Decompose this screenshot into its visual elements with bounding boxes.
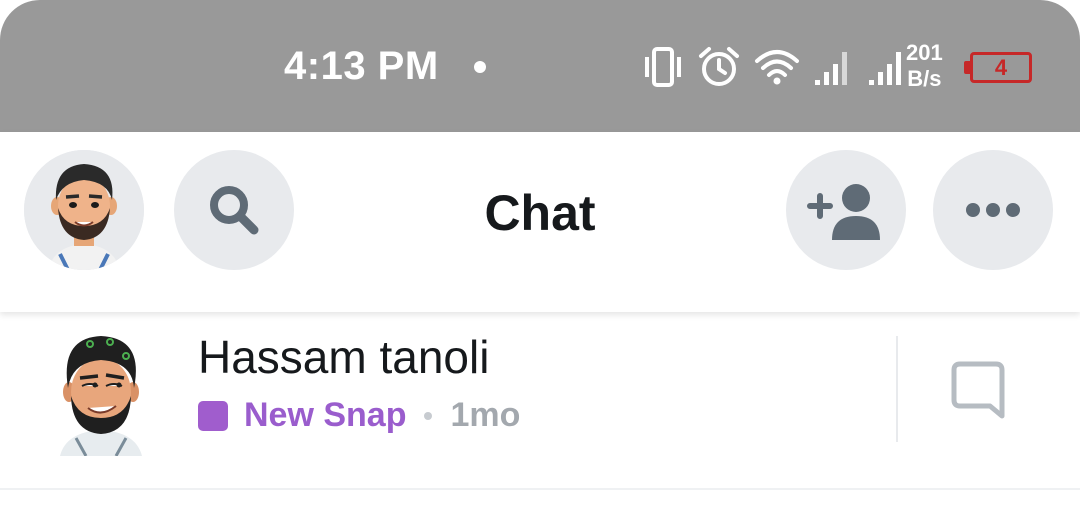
row-divider [896, 336, 898, 442]
chat-contact-name: Hassam tanoli [198, 331, 490, 383]
wifi-icon [755, 50, 799, 85]
chat-status: New Snap 1mo [198, 396, 520, 435]
chat-status-label: New Snap [244, 396, 407, 434]
separator-dot [424, 411, 433, 420]
list-divider [0, 488, 1080, 490]
add-friend-icon [807, 184, 880, 240]
network-speed-unit: B/s [907, 66, 942, 91]
signal-icon [815, 52, 847, 85]
alarm-icon [699, 47, 739, 86]
chat-reply-icon[interactable] [950, 360, 1006, 420]
notification-dot-icon [474, 61, 486, 73]
new-snap-icon [198, 400, 228, 431]
friend-bitmoji-avatar-icon [60, 336, 142, 456]
status-bar: 4:13 PM 201 B/s 4 [0, 0, 1080, 132]
more-icon [966, 203, 1020, 217]
chat-list-item[interactable]: Hassam tanoli New Snap 1mo [0, 318, 1080, 484]
vibrate-icon [645, 47, 681, 87]
network-speed-value: 201 [906, 40, 943, 65]
add-friend-button[interactable] [786, 150, 906, 270]
status-time: 4:13 PM [284, 44, 439, 88]
chat-timestamp: 1mo [450, 396, 521, 434]
network-speed: 201 B/s [906, 40, 943, 92]
battery-icon: 4 [964, 52, 1032, 83]
more-options-button[interactable] [933, 150, 1053, 270]
signal-icon [869, 52, 901, 85]
page-title: Chat [484, 185, 596, 241]
battery-level: 4 [994, 55, 1008, 80]
chat-header: Chat [0, 132, 1080, 312]
status-icons [642, 44, 908, 90]
